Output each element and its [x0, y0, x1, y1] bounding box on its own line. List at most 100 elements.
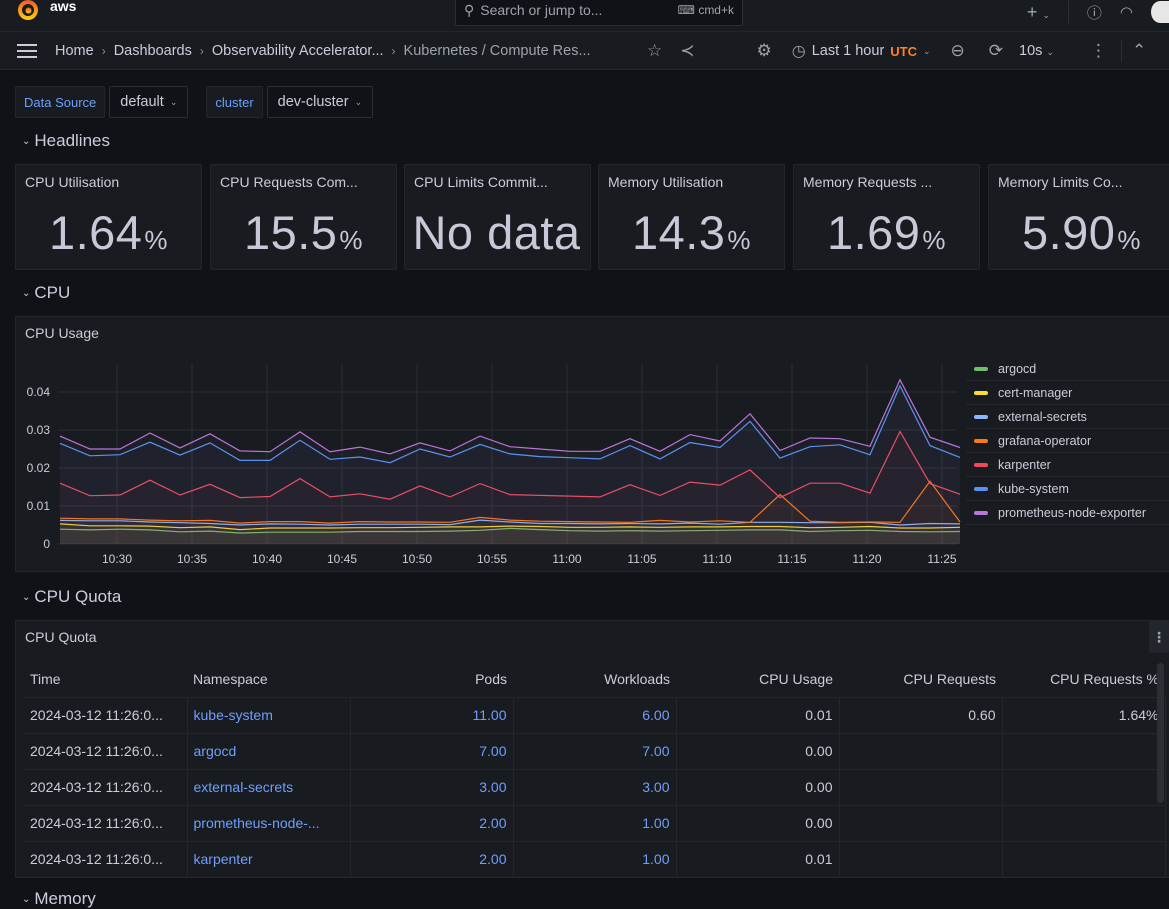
help-icon[interactable]: ⓘ — [1087, 2, 1102, 23]
legend-item[interactable]: prometheus-node-exporter — [966, 501, 1169, 525]
cell-cpu-requests — [839, 733, 1003, 770]
cell-namespace[interactable]: kube-system — [187, 697, 351, 734]
refresh-interval[interactable]: 10s ⌄ — [1019, 43, 1054, 59]
cell-namespace[interactable]: karpenter — [187, 841, 351, 878]
search-input[interactable]: ⚲ Search or jump to... ⌨ cmd+k — [455, 0, 743, 26]
legend-item[interactable]: cert-manager — [966, 381, 1169, 405]
row-memory[interactable]: ⌄ Memory — [22, 889, 96, 909]
legend-item[interactable]: kube-system — [966, 477, 1169, 501]
cell-cpu-requests-pct — [1002, 733, 1166, 770]
row-cpu[interactable]: ⌄ CPU — [22, 283, 70, 303]
cell-pods[interactable]: 11.00 — [350, 697, 514, 734]
legend-swatch — [974, 510, 988, 515]
legend-swatch — [974, 462, 988, 467]
stat-cpu-limits[interactable]: CPU Limits Commit... No data — [404, 164, 591, 270]
chevron-down-icon: ⌄ — [923, 45, 931, 56]
cell-cpu-requests — [839, 805, 1003, 842]
cell-namespace[interactable]: prometheus-node-... — [187, 805, 351, 842]
zoom-out-icon[interactable]: ⊖ — [951, 41, 965, 61]
chevron-down-icon: ⌄ — [22, 135, 31, 147]
chart-legend: argocd cert-manager external-secrets grafan… — [966, 357, 1169, 525]
legend-item[interactable]: argocd — [966, 357, 1169, 381]
column-header-cpu-usage[interactable]: CPU Usage — [676, 661, 839, 698]
refresh-icon[interactable]: ⟳ — [989, 41, 1003, 61]
chevron-down-icon: ⌄ — [22, 591, 31, 603]
cell-cpu-requests — [839, 841, 1003, 878]
legend-item[interactable]: grafana-operator — [966, 429, 1169, 453]
cell-cpu-usage: 0.00 — [676, 805, 840, 842]
table-header-row: Time Namespace Pods Workloads CPU Usage … — [24, 661, 1165, 698]
legend-item[interactable]: karpenter — [966, 453, 1169, 477]
stat-cpu-utilisation[interactable]: CPU Utilisation 1.64% — [15, 164, 202, 270]
time-picker[interactable]: ◷ Last 1 hour UTC ⌄ — [792, 41, 931, 61]
legend-label: karpenter — [998, 457, 1051, 472]
cell-time: 2024-03-12 11:26:0... — [24, 769, 188, 806]
star-icon[interactable]: ☆ — [647, 41, 662, 61]
panel-menu-button[interactable]: ⋮ — [1149, 621, 1169, 653]
cell-pods[interactable]: 7.00 — [350, 733, 514, 770]
stat-memory-requests[interactable]: Memory Requests ... 1.69% — [793, 164, 980, 270]
search-placeholder: Search or jump to... — [480, 2, 603, 18]
table-scrollbar[interactable] — [1157, 663, 1164, 803]
cell-cpu-usage: 0.00 — [676, 733, 840, 770]
legend-swatch — [974, 390, 988, 395]
keyboard-icon: ⌨ — [677, 3, 695, 17]
cell-namespace[interactable]: external-secrets — [187, 769, 351, 806]
cluster-label: cluster — [206, 86, 263, 118]
breadcrumb-dashboards[interactable]: Dashboards — [114, 43, 192, 59]
chevron-down-icon: ⌄ — [354, 96, 363, 107]
cell-cpu-usage: 0.00 — [676, 769, 840, 806]
column-header-cpu-requests[interactable]: CPU Requests — [839, 661, 1002, 698]
breadcrumb-folder[interactable]: Observability Accelerator... — [212, 43, 384, 59]
cell-cpu-requests-pct — [1002, 841, 1166, 878]
rss-icon[interactable]: ◠ — [1120, 3, 1133, 21]
cell-pods[interactable]: 3.00 — [350, 769, 514, 806]
avatar[interactable] — [1151, 1, 1169, 23]
cell-cpu-requests-pct — [1002, 805, 1166, 842]
cell-workloads[interactable]: 6.00 — [513, 697, 677, 734]
cell-pods[interactable]: 2.00 — [350, 805, 514, 842]
panel-title: CPU Usage — [25, 325, 99, 341]
cell-time: 2024-03-12 11:26:0... — [24, 733, 188, 770]
chevron-down-icon: ⌄ — [22, 893, 31, 905]
table-row: 2024-03-12 11:26:0... prometheus-node-...… — [24, 805, 1166, 842]
column-header-workloads[interactable]: Workloads — [513, 661, 676, 698]
clock-icon: ◷ — [791, 43, 806, 60]
chevron-up-icon[interactable]: ⌃ — [1132, 41, 1146, 61]
stat-memory-utilisation[interactable]: Memory Utilisation 14.3% — [598, 164, 785, 270]
search-shortcut: ⌨ cmd+k — [677, 3, 734, 17]
grafana-logo-icon[interactable] — [16, 0, 40, 22]
column-header-time[interactable]: Time — [24, 661, 187, 698]
column-header-pods[interactable]: Pods — [350, 661, 513, 698]
cell-workloads[interactable]: 7.00 — [513, 733, 677, 770]
column-header-namespace[interactable]: Namespace — [187, 661, 350, 698]
column-header-cpu-requests-pct[interactable]: CPU Requests % — [1002, 661, 1165, 698]
cell-namespace[interactable]: argocd — [187, 733, 351, 770]
menu-icon[interactable] — [17, 43, 37, 58]
cell-workloads[interactable]: 1.00 — [513, 841, 677, 878]
gear-icon[interactable]: ⚙ — [757, 41, 772, 61]
cluster-select[interactable]: dev-cluster ⌄ — [266, 86, 374, 118]
plus-icon[interactable]: + ⌄ — [1027, 2, 1050, 23]
row-headlines[interactable]: ⌄ Headlines — [22, 131, 110, 151]
cell-time: 2024-03-12 11:26:0... — [24, 697, 188, 734]
table-row: 2024-03-12 11:26:0... external-secrets 3.0… — [24, 769, 1166, 806]
legend-item[interactable]: external-secrets — [966, 405, 1169, 429]
legend-swatch — [974, 438, 988, 443]
datasource-label: Data Source — [15, 86, 106, 118]
legend-label: argocd — [998, 361, 1037, 376]
legend-swatch — [974, 486, 988, 491]
datasource-select[interactable]: default ⌄ — [109, 86, 189, 118]
share-icon[interactable]: ≺ — [680, 41, 694, 61]
stat-memory-limits[interactable]: Memory Limits Co... 5.90% — [988, 164, 1169, 270]
aws-brand: aws — [50, 0, 77, 14]
row-cpu-quota[interactable]: ⌄ CPU Quota — [22, 587, 121, 607]
cell-workloads[interactable]: 3.00 — [513, 769, 677, 806]
cell-workloads[interactable]: 1.00 — [513, 805, 677, 842]
breadcrumb-home[interactable]: Home — [55, 43, 94, 59]
table-row: 2024-03-12 11:26:0... argocd 7.00 7.00 0.00 — [24, 733, 1166, 770]
cell-pods[interactable]: 2.00 — [350, 841, 514, 878]
divider — [1121, 40, 1123, 62]
stat-cpu-requests[interactable]: CPU Requests Com... 15.5% — [210, 164, 397, 270]
more-icon[interactable]: ⋮ — [1090, 41, 1107, 61]
